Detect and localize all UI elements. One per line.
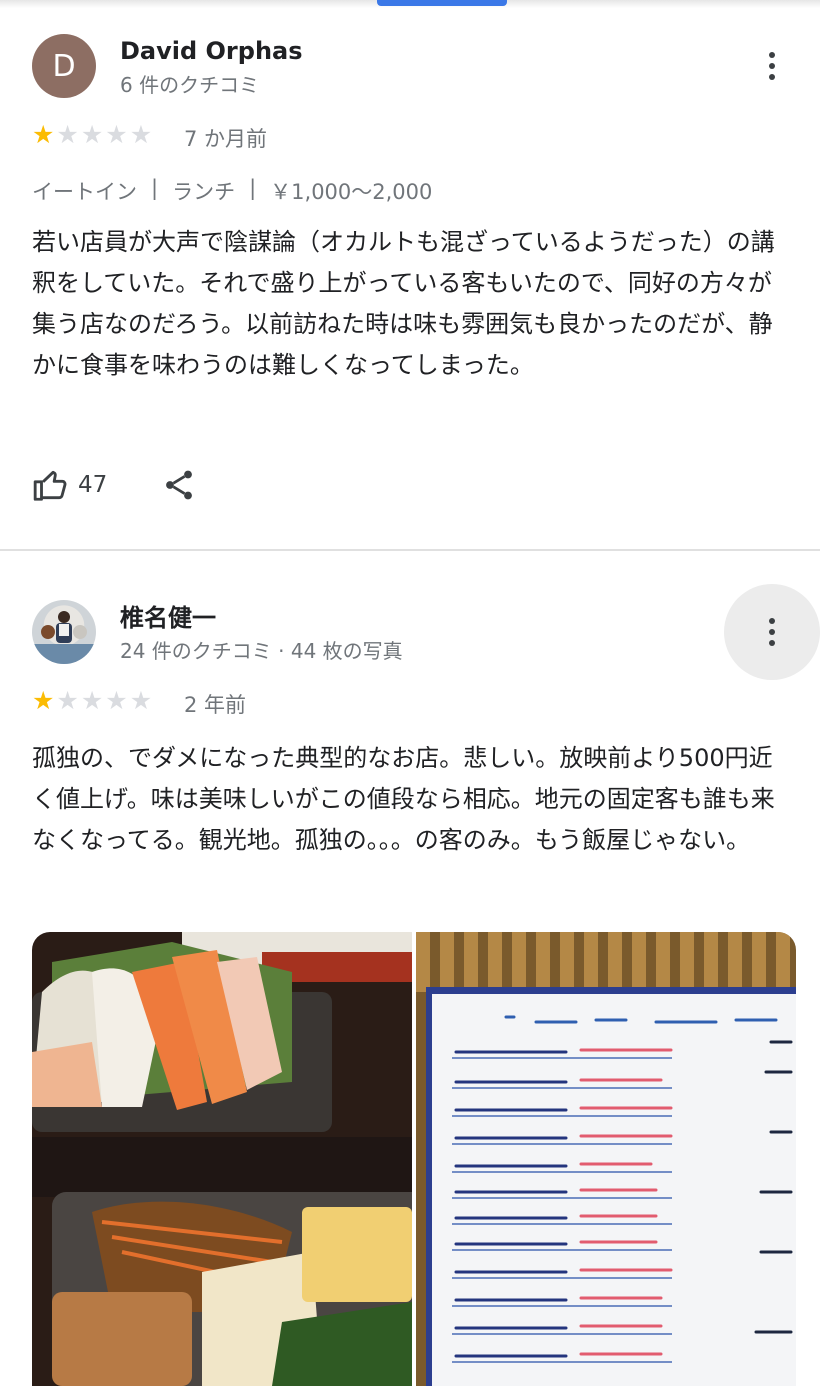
tag-price: ￥1,000～2,000 bbox=[270, 180, 433, 204]
review-age: 2 年前 bbox=[184, 693, 247, 717]
star-icon: ★ bbox=[56, 120, 79, 149]
review-photo-food[interactable] bbox=[32, 932, 412, 1386]
star-icon: ★ bbox=[80, 686, 104, 715]
star-rating: ★ ★ ★ ★ ★ bbox=[32, 122, 152, 148]
reviewer-meta: 6 件のクチコミ bbox=[120, 73, 260, 97]
reviewer-name[interactable]: David Orphas bbox=[120, 37, 303, 65]
star-icon: ★ bbox=[129, 686, 153, 715]
share-icon bbox=[166, 470, 193, 500]
star-icon: ★ bbox=[80, 120, 104, 149]
avatar-image bbox=[32, 611, 96, 664]
share-button[interactable] bbox=[161, 467, 197, 503]
review-actions: 47 bbox=[32, 466, 197, 504]
star-rating: ★ ★ ★ ★ ★ bbox=[32, 688, 152, 714]
reviewer-name[interactable]: 椎名健一 bbox=[120, 598, 216, 633]
tag-separator: | bbox=[151, 176, 159, 200]
review-divider bbox=[0, 549, 820, 551]
more-options-button[interactable] bbox=[750, 44, 794, 88]
star-icon: ★ bbox=[105, 120, 128, 149]
star-icon: ★ bbox=[105, 686, 128, 715]
review-age: 7 か月前 bbox=[184, 127, 268, 151]
review-tags: イートイン | ランチ | ￥1,000～2,000 bbox=[32, 176, 432, 206]
tag-separator: | bbox=[249, 176, 257, 200]
like-count: 47 bbox=[78, 472, 108, 498]
star-icon: ★ bbox=[32, 120, 55, 149]
more-options-button[interactable] bbox=[724, 584, 820, 680]
star-icon: ★ bbox=[56, 686, 79, 715]
star-icon: ★ bbox=[32, 686, 55, 715]
tag-service: イートイン bbox=[32, 180, 137, 204]
like-button[interactable]: 47 bbox=[32, 466, 107, 504]
reviewer-meta: 24 件のクチコミ · 44 枚の写真 bbox=[120, 639, 403, 663]
dinner-menu-board-photo bbox=[416, 932, 796, 1386]
review-photo-menu[interactable] bbox=[416, 932, 796, 1386]
review-card: 椎名健一 24 件のクチコミ · 44 枚の写真 ★ ★ ★ ★ ★ 2 年前 … bbox=[0, 552, 820, 1386]
thumb-up-icon bbox=[33, 470, 67, 501]
star-icon: ★ bbox=[129, 120, 153, 149]
tag-meal: ランチ bbox=[172, 180, 236, 204]
avatar[interactable] bbox=[32, 600, 96, 664]
sashimi-teishoku-photo bbox=[32, 932, 412, 1386]
avatar[interactable]: D bbox=[32, 34, 96, 98]
review-card: D David Orphas 6 件のクチコミ ★ ★ ★ ★ ★ 7 か月前 … bbox=[0, 0, 820, 550]
review-text: 孤独の、でダメになった典型的なお店。悲しい。放映前より500円近く値上げ。味は美… bbox=[32, 744, 775, 854]
review-text: 若い店員が大声で陰謀論（オカルトも混ざっているようだった）の講釈をしていた。それ… bbox=[32, 228, 775, 379]
